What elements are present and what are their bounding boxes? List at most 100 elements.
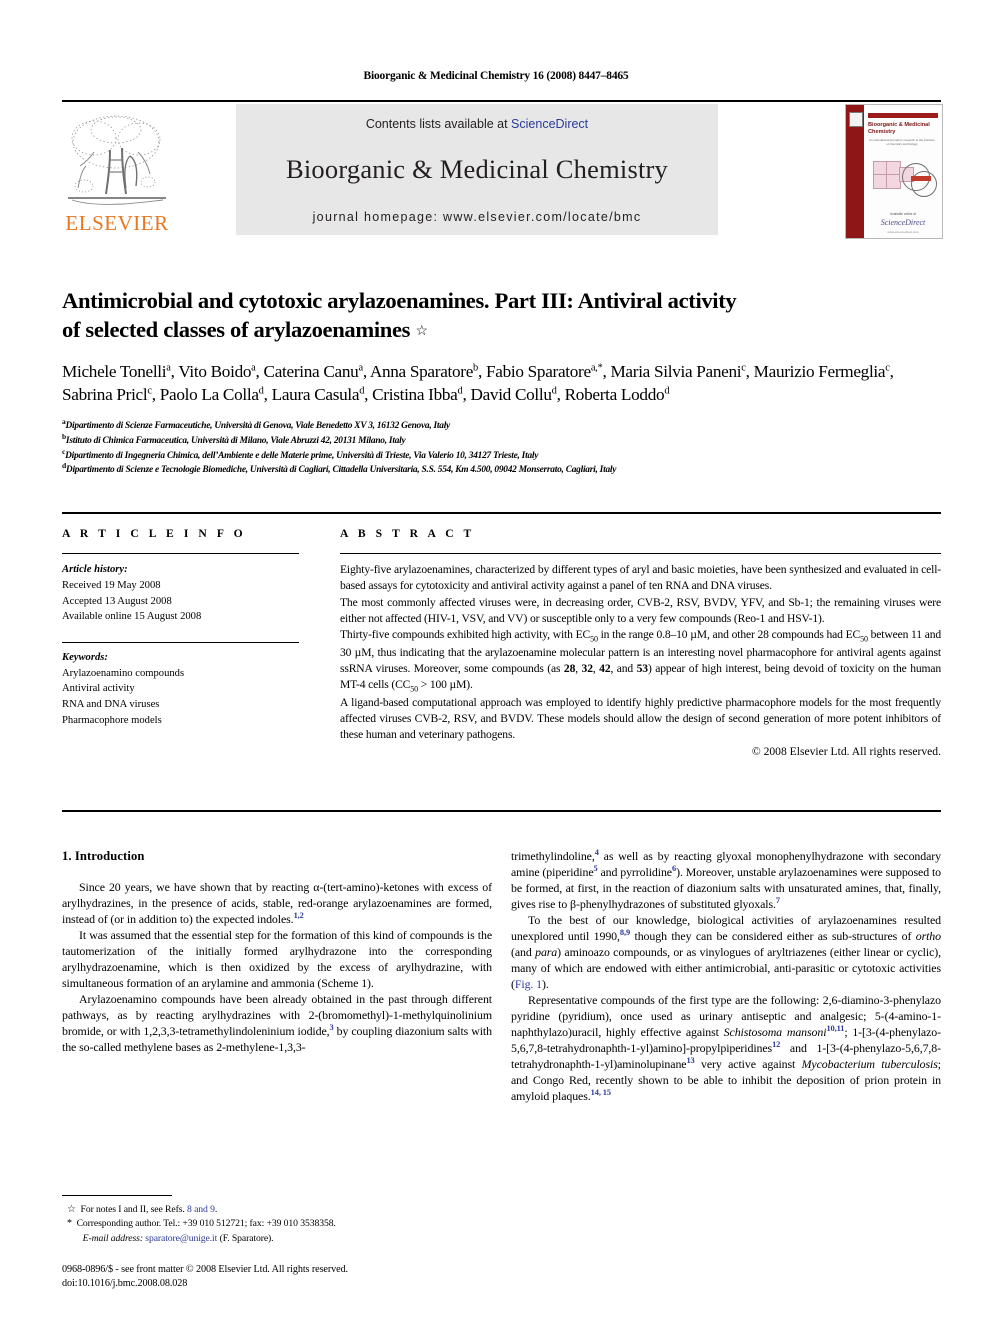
abstract-heading: A B S T R A C T	[340, 527, 475, 540]
body-column-left: 1. Introduction Since 20 years, we have …	[62, 848, 492, 1055]
author-name: Cristina Ibba	[372, 385, 458, 405]
journal-title: Bioorganic & Medicinal Chemistry	[285, 154, 668, 184]
abstract-paragraph: Thirty-five compounds exhibited high act…	[340, 628, 942, 694]
author-affil-mark: d	[359, 385, 365, 397]
abstract-paragraph: Eighty-five arylazoenamines, characteriz…	[340, 563, 941, 593]
abstract-paragraph: A ligand-based computational approach wa…	[340, 695, 941, 741]
history-accepted: Accepted 13 August 2008	[62, 595, 172, 607]
author-affil-mark: a	[358, 361, 363, 373]
journal-homepage-link[interactable]: journal homepage: www.elsevier.com/locat…	[236, 210, 718, 224]
body-paragraph: Representative compounds of the first ty…	[511, 993, 941, 1103]
citation-ref[interactable]: 1,2	[294, 911, 304, 920]
footnote-star-text: For notes I and II, see Refs.	[80, 1204, 185, 1216]
author-affil-mark: d	[258, 385, 264, 397]
page-title: Antimicrobial and cytotoxic arylazoenami…	[62, 286, 941, 345]
issn-copyright-line: 0968-0896/$ - see front matter © 2008 El…	[62, 1264, 349, 1275]
email-link[interactable]: sparatore@unige.it	[145, 1233, 217, 1244]
citation-ref[interactable]: 8,9	[620, 928, 630, 937]
author: Laura Casulad	[272, 385, 365, 404]
author-name: Vito Boido	[178, 361, 252, 381]
affiliation-item: aDipartimento di Scienze Farmaceutiche, …	[62, 417, 941, 434]
cover-footer-url: www.sciencedirect.com	[887, 230, 919, 234]
author-name: David Collu	[470, 385, 552, 405]
elsevier-wordmark: ELSEVIER	[65, 211, 169, 235]
citation-ref[interactable]: 10,11	[826, 1024, 844, 1033]
title-line-1: Antimicrobial and cytotoxic arylazoenami…	[62, 288, 737, 313]
author-list: Michele Tonellia, Vito Boidoa, Caterina …	[62, 361, 894, 405]
citation-ref[interactable]: 12	[772, 1040, 780, 1049]
body-paragraph: Since 20 years, we have shown that by re…	[62, 879, 492, 926]
footnote-star-tail: .	[214, 1204, 218, 1216]
footnote-star-icon: ☆	[67, 1204, 76, 1216]
article-info-column: A R T I C L E I N F O Article history: R…	[62, 527, 299, 728]
citation-ref[interactable]: 5	[594, 864, 598, 873]
author-affil-mark: c	[147, 385, 152, 397]
title-line-2: of selected classes of arylazoenamines	[62, 317, 411, 343]
citation-ref[interactable]: 13	[686, 1056, 694, 1065]
affiliation-item: bIstituto di Chimica Farmaceutica, Unive…	[62, 432, 941, 449]
cover-footer-brand: ScienceDirect	[880, 218, 926, 227]
affiliation-item: cDipartimento di Ingegneria Chimica, del…	[62, 447, 941, 464]
footnote-block: ☆ For notes I and II, see Refs. 8 and 9.…	[62, 1195, 492, 1245]
figure-link[interactable]: Fig. 1	[515, 977, 542, 991]
sciencedirect-link[interactable]: ScienceDirect	[511, 117, 588, 131]
affiliation-text: Istituto di Chimica Farmaceutica, Univer…	[65, 435, 406, 446]
affiliation-text: Dipartimento di Scienze e Tecnologie Bio…	[65, 465, 617, 476]
author: Maria Silvia Panenic	[610, 362, 746, 381]
running-head: Bioorganic & Medicinal Chemistry 16 (200…	[363, 70, 629, 82]
journal-cover-thumbnail[interactable]: Bioorganic & Medicinal Chemistry An inte…	[845, 104, 943, 239]
article-page: Bioorganic & Medicinal Chemistry 16 (200…	[0, 0, 992, 1323]
author-name: Fabio Sparatore	[486, 361, 591, 381]
section-heading-introduction: 1. Introduction	[62, 849, 145, 863]
footnote-star-refs[interactable]: 8 and 9	[187, 1204, 215, 1215]
body-paragraph: Arylazoenamino compounds have been alrea…	[62, 991, 492, 1054]
article-history-label: Article history:	[62, 564, 128, 576]
author-name: Maurizio Fermeglia	[753, 361, 886, 381]
article-info-heading: A R T I C L E I N F O	[62, 527, 247, 540]
abstract-copyright: © 2008 Elsevier Ltd. All rights reserved…	[751, 745, 941, 759]
doi-line: doi:10.1016/j.bmc.2008.08.028	[62, 1278, 188, 1290]
abstract-column: A B S T R A C T Eighty-five arylazoenami…	[340, 527, 941, 758]
abstract-top-rule	[62, 512, 941, 514]
author-affil-mark: a	[251, 361, 256, 373]
keywords-group: Keywords: Arylazoenamino compounds Antiv…	[62, 641, 299, 729]
citation-ref[interactable]: 7	[776, 896, 780, 905]
email-label: E-mail address:	[82, 1232, 143, 1244]
cover-elsevier-badge-icon	[849, 112, 863, 127]
author: Maurizio Fermegliac	[754, 362, 890, 381]
cover-footer-label: Available online at	[890, 212, 916, 216]
citation-ref[interactable]: 3	[330, 1023, 334, 1032]
footnote-star: ☆ For notes I and II, see Refs. 8 and 9.	[62, 1203, 492, 1217]
affiliation-text: Dipartimento di Ingegneria Chimica, dell…	[65, 450, 539, 461]
corresponding-author-text: Corresponding author. Tel.: +39 010 5127…	[76, 1218, 336, 1230]
author-name: Sabrina Pricl	[62, 385, 148, 405]
history-received: Received 19 May 2008	[62, 579, 161, 591]
footnote-rule	[62, 1195, 172, 1197]
body-paragraph: It was assumed that the essential step f…	[62, 927, 492, 990]
email-owner: (F. Sparatore).	[219, 1232, 274, 1244]
body-paragraph: trimethylindoline,4 as well as by reacti…	[511, 848, 942, 911]
body-paragraph: To the best of our knowledge, biological…	[511, 913, 942, 991]
author: Vito Boidoa	[178, 361, 256, 381]
author-name: Laura Casula	[271, 385, 360, 405]
author: Roberta Loddod	[565, 385, 670, 404]
author: Fabio Sparatorea,*	[486, 361, 603, 381]
author-affil-mark: d	[457, 385, 463, 397]
sciencedirect-band: Contents lists available at ScienceDirec…	[236, 104, 718, 235]
citation-ref[interactable]: 14, 15	[591, 1088, 611, 1097]
author-name: Caterina Canu	[263, 361, 359, 381]
asterisk-icon: *	[67, 1218, 72, 1230]
citation-ref[interactable]: 6	[672, 864, 676, 873]
affiliation-text: Dipartimento di Scienze Farmaceutiche, U…	[65, 420, 451, 431]
keywords-label: Keywords:	[62, 652, 108, 664]
masthead-top-rule	[62, 100, 941, 102]
author: Caterina Canua	[263, 361, 364, 381]
keyword-item: Antiviral activity	[62, 683, 135, 695]
author-name: Michele Tonelli	[62, 361, 167, 381]
abstract-rule	[340, 553, 941, 555]
history-available-online: Available online 15 August 2008	[62, 611, 202, 623]
author: Cristina Ibbad	[372, 385, 463, 405]
citation-ref[interactable]: 4	[595, 848, 599, 857]
affiliation-item: dDipartimento di Scienze e Tecnologie Bi…	[62, 462, 941, 478]
author-affil-mark: b	[473, 361, 478, 373]
